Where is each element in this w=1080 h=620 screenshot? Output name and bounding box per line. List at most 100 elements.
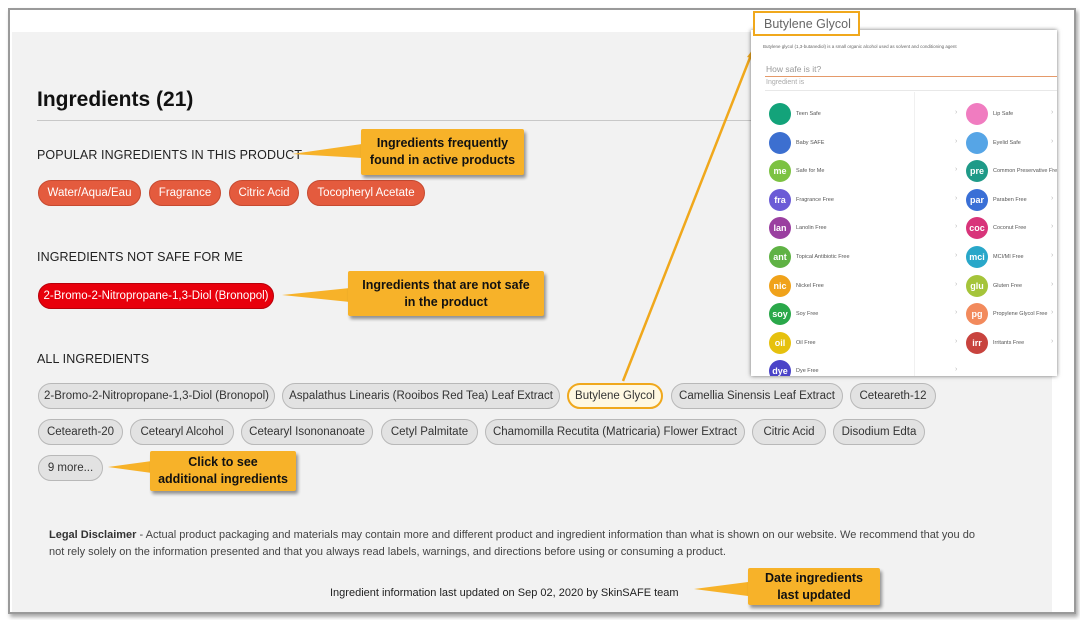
more-ingredients-button[interactable]: 9 more... — [38, 455, 103, 481]
safety-attribute-label: Topical Antibiotic Free — [796, 254, 850, 260]
ingredient-is-label: Ingredient is — [766, 79, 805, 86]
chevron-right-icon[interactable]: › — [1051, 309, 1053, 316]
safety-badge-icon — [769, 131, 791, 154]
safety-badge-icon: pg — [966, 303, 988, 326]
safety-badge-text: glu — [970, 280, 984, 291]
chevron-right-icon[interactable]: › — [955, 252, 957, 259]
chevron-right-icon[interactable]: › — [955, 109, 957, 116]
ingredient-pill[interactable]: Camellia Sinensis Leaf Extract — [671, 383, 843, 409]
safety-attribute-label: Nickel Free — [796, 282, 824, 289]
ingredient-description: Butylene glycol (1,3-butanediol) is a sm… — [763, 44, 957, 49]
safety-badge-icon: fra — [769, 188, 791, 211]
safety-badge-text: pg — [971, 309, 983, 320]
popular-ingredient-pill[interactable]: Water/Aqua/Eau — [38, 180, 141, 206]
safety-attribute-label: MCI/MI Free — [993, 254, 1024, 260]
safety-attribute-label: Soy Free — [796, 311, 819, 318]
question-divider — [765, 76, 1057, 77]
safety-badge-text: mci — [969, 252, 985, 262]
safety-badge-text: oil — [774, 337, 786, 348]
chevron-right-icon[interactable]: › — [1051, 195, 1053, 202]
popular-ingredient-pill[interactable]: Fragrance — [149, 180, 221, 206]
ingredient-pill[interactable]: Aspalathus Linearis (Rooibos Red Tea) Le… — [282, 383, 560, 409]
chevron-right-icon[interactable]: › — [1051, 109, 1053, 116]
safety-badge-icon: ant — [769, 246, 791, 268]
ingredient-pill[interactable]: Cetearyl Isononanoate — [241, 419, 373, 445]
ingredient-pill[interactable]: Ceteareth-12 — [850, 383, 936, 409]
safety-badge-text: dye — [772, 366, 788, 376]
column-divider — [914, 92, 915, 376]
callout-unsafe: Ingredients that are not safe in the pro… — [348, 271, 544, 316]
safety-attribute-label: Lanolin Free — [796, 225, 827, 232]
popular-heading: POPULAR INGREDIENTS IN THIS PRODUCT — [37, 148, 303, 162]
safety-badge-icon: irr — [966, 331, 988, 354]
safety-badge-icon: dye — [769, 360, 791, 376]
callout-more: Click to see additional ingredients — [150, 451, 296, 491]
ingredient-pill[interactable]: Citric Acid — [752, 419, 826, 445]
safety-attribute-label: Eyelid Safe — [993, 139, 1021, 146]
safety-attribute-label: Oil Free — [796, 339, 816, 346]
ingredient-pill-butylene-glycol[interactable]: Butylene Glycol — [567, 383, 663, 409]
chevron-right-icon[interactable]: › — [1051, 338, 1053, 345]
ingredient-pill[interactable]: Chamomilla Recutita (Matricaria) Flower … — [485, 419, 745, 445]
safety-badge-text: soy — [772, 309, 788, 320]
callout-popular: Ingredients frequently found in active p… — [361, 129, 524, 175]
safety-attribute-label: Teen Safe — [796, 111, 821, 117]
chevron-right-icon[interactable]: › — [955, 138, 957, 145]
safety-badge-text: fra — [774, 194, 786, 205]
safety-badge-icon: soy — [769, 303, 791, 326]
unsafe-heading: INGREDIENTS NOT SAFE FOR ME — [37, 250, 243, 264]
chevron-right-icon[interactable]: › — [1051, 252, 1053, 259]
safety-attribute-label: Common Preservative Free — [993, 168, 1057, 175]
ingredient-pill[interactable]: Disodium Edta — [833, 419, 925, 445]
ingredient-pill[interactable]: Ceteareth-20 — [38, 419, 123, 445]
safety-badge-icon: pre — [966, 160, 988, 183]
chevron-right-icon[interactable]: › — [955, 166, 957, 173]
safety-badge-text: coc — [969, 223, 985, 234]
safety-attribute-label: Fragrance Free — [796, 196, 834, 203]
chevron-right-icon[interactable]: › — [955, 309, 957, 316]
chevron-right-icon[interactable]: › — [955, 195, 957, 202]
safety-attribute-label: Paraben Free — [993, 196, 1027, 203]
safety-attribute-label: Baby SAFE — [796, 139, 825, 146]
safety-badge-text: lan — [773, 223, 787, 234]
chevron-right-icon[interactable]: › — [1051, 281, 1053, 288]
ingredients-title: Ingredients (21) — [37, 88, 194, 111]
popular-ingredient-pill[interactable]: Citric Acid — [229, 180, 299, 206]
safety-badge-icon: nic — [769, 274, 791, 297]
safety-badge-icon: mci — [966, 246, 988, 268]
ingredient-pill[interactable]: Cetyl Palmitate — [381, 419, 478, 445]
safety-attribute-label: Gluten Free — [993, 282, 1023, 289]
popular-ingredient-pill[interactable]: Tocopheryl Acetate — [307, 180, 425, 206]
ingredient-pill[interactable]: Cetearyl Alcohol — [130, 419, 234, 445]
safety-badge-text: pre — [969, 166, 984, 177]
disclaimer-label: Legal Disclaimer — [49, 529, 137, 541]
unsafe-ingredient-pill[interactable]: 2-Bromo-2-Nitropropane-1,3-Diol (Bronopo… — [38, 283, 274, 309]
safety-badge-icon — [966, 131, 988, 154]
safety-badge-icon: lan — [769, 217, 791, 240]
safety-badge-icon — [966, 103, 988, 125]
popup-ingredient-title: Butylene Glycol — [753, 11, 860, 36]
safety-attribute-label: Coconut Free — [993, 225, 1027, 232]
safety-badge-icon: glu — [966, 274, 988, 297]
safety-badge-icon: me — [769, 160, 791, 183]
chevron-right-icon[interactable]: › — [955, 223, 957, 230]
callout-date: Date ingredients last updated — [748, 568, 880, 605]
safety-badge-text: nic — [773, 280, 787, 291]
safety-attribute-label: Propylene Glycol Free — [993, 311, 1048, 318]
safety-badge-text: par — [969, 194, 984, 205]
chevron-right-icon[interactable]: › — [1051, 223, 1053, 230]
chevron-right-icon[interactable]: › — [1051, 138, 1053, 145]
chevron-right-icon[interactable]: › — [955, 366, 957, 373]
chevron-right-icon[interactable]: › — [955, 338, 957, 345]
subheading-divider — [765, 90, 1057, 91]
all-ingredients-heading: ALL INGREDIENTS — [37, 352, 150, 366]
safety-attribute-label: Dye Free — [796, 368, 819, 375]
ingredient-pill[interactable]: 2-Bromo-2-Nitropropane-1,3-Diol (Bronopo… — [38, 383, 275, 409]
safety-badge-icon: coc — [966, 217, 988, 240]
safety-badge-text: me — [773, 166, 787, 177]
chevron-right-icon[interactable]: › — [1051, 166, 1053, 173]
ingredient-detail-popup: Butylene glycol (1,3-butanediol) is a sm… — [751, 30, 1057, 376]
safety-attribute-label: Irritants Free — [993, 339, 1025, 346]
chevron-right-icon[interactable]: › — [955, 281, 957, 288]
disclaimer-text: - Actual product packaging and materials… — [49, 529, 975, 558]
